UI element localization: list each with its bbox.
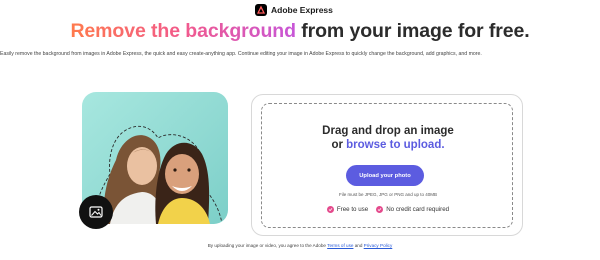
- check-icon: [326, 206, 334, 213]
- perk-item: Free to use: [326, 206, 369, 213]
- page-subtitle: Easily remove the background from images…: [0, 51, 482, 57]
- perk-label: No credit card required: [386, 206, 450, 213]
- headline-highlight: Remove the background: [70, 20, 296, 42]
- perk-item: No credit card required: [376, 206, 449, 213]
- image-icon: [79, 195, 113, 229]
- page-title: Remove the background from your image fo…: [0, 20, 600, 43]
- terms-prefix: By uploading your image or video, you ag…: [207, 243, 328, 248]
- drag-drop-text: Drag and drop an image: [322, 125, 454, 137]
- browse-line: or browse to upload.: [262, 139, 514, 151]
- privacy-policy-link[interactable]: Privacy Policy: [364, 243, 393, 248]
- terms-of-use-link[interactable]: Terms of use: [327, 243, 353, 248]
- drop-zone[interactable]: Drag and drop an image or browse to uplo…: [261, 103, 513, 228]
- upload-card: Drag and drop an image or browse to uplo…: [251, 94, 523, 236]
- browse-link[interactable]: browse to upload.: [346, 139, 444, 151]
- terms-notice: By uploading your image or video, you ag…: [0, 243, 600, 248]
- brand-name: Adobe Express: [271, 5, 333, 15]
- file-format-note: File must be JPEG, JPG or PNG and up to …: [338, 192, 438, 197]
- brand: Adobe Express: [255, 4, 333, 16]
- headline-rest: from your image for free.: [295, 20, 530, 42]
- check-icon: [376, 206, 384, 213]
- perks-list: Free to use No credit card required: [262, 206, 514, 213]
- adobe-express-logo-icon: [255, 4, 267, 16]
- perk-label: Free to use: [336, 206, 369, 213]
- terms-and: and: [353, 243, 364, 248]
- or-text: or: [331, 139, 347, 151]
- upload-photo-button[interactable]: Upload your photo: [346, 165, 424, 186]
